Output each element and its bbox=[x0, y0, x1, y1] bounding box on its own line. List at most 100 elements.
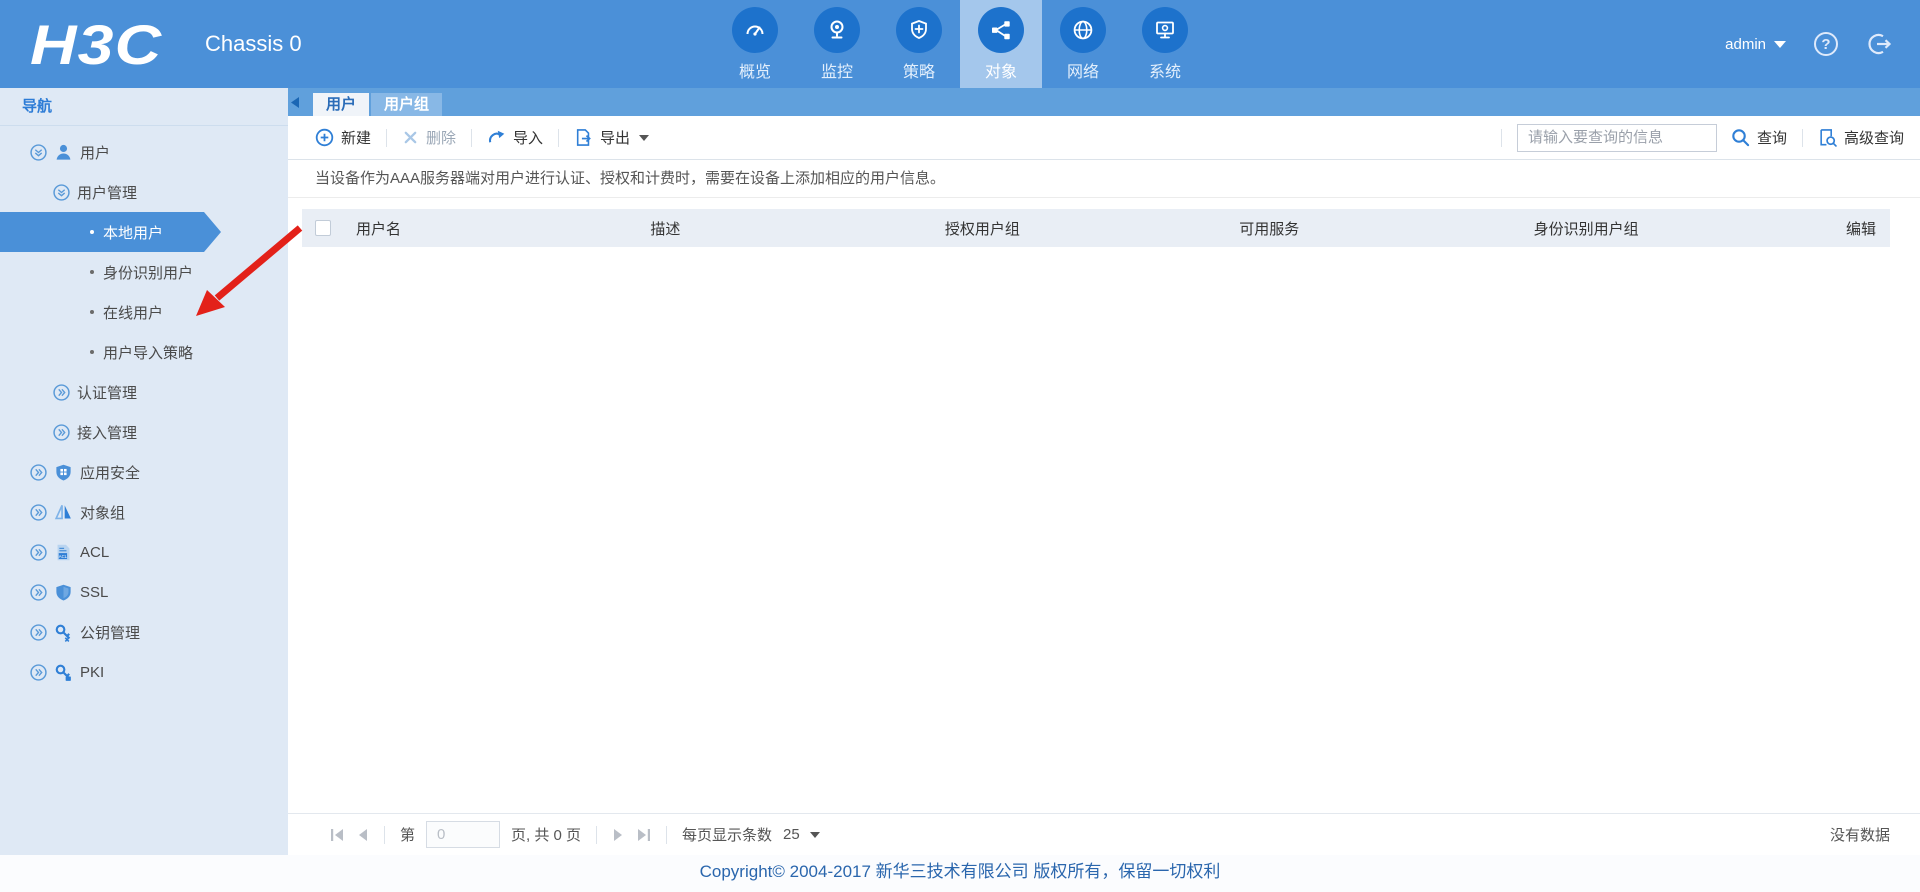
nav-label: 概览 bbox=[738, 63, 771, 81]
sidebar-item-user-management[interactable]: 用户管理 bbox=[0, 172, 288, 212]
help-icon[interactable]: ? bbox=[1814, 32, 1838, 56]
chevron-circle-down-icon bbox=[53, 183, 70, 201]
chevron-circle-right-icon bbox=[30, 503, 47, 521]
sidebar-item-label: 认证管理 bbox=[77, 384, 138, 402]
sidebar-item-label: 应用安全 bbox=[80, 464, 141, 482]
previous-page-button[interactable] bbox=[356, 828, 369, 842]
delete-button[interactable]: 删除 bbox=[402, 127, 456, 148]
bullet-icon bbox=[90, 310, 94, 314]
header-actions: admin ? bbox=[1725, 0, 1892, 88]
page-number-input[interactable] bbox=[426, 821, 501, 848]
acl-document-icon: ACL bbox=[54, 543, 73, 562]
monitor-icon bbox=[1142, 6, 1188, 53]
sidebar-item-acl[interactable]: ACL ACL bbox=[0, 532, 288, 572]
search-button-label: 查询 bbox=[1756, 130, 1787, 147]
sidebar-item-object-group[interactable]: 对象组 bbox=[0, 492, 288, 532]
nav-item-system[interactable]: 系统 bbox=[1124, 0, 1206, 88]
chevron-circle-right-icon bbox=[30, 583, 47, 601]
new-button[interactable]: 新建 bbox=[315, 127, 371, 148]
sidebar-item-label: 用户导入策略 bbox=[103, 344, 194, 362]
column-header-available-services: 可用服务 bbox=[1239, 220, 1300, 238]
first-page-button[interactable] bbox=[330, 828, 345, 842]
app-security-shield-icon bbox=[54, 463, 73, 482]
nav-item-network[interactable]: 网络 bbox=[1042, 0, 1124, 88]
sidebar-item-pki[interactable]: PKI bbox=[0, 652, 288, 692]
sidebar-item-access-management[interactable]: 接入管理 bbox=[0, 412, 288, 452]
user-icon bbox=[54, 143, 73, 162]
export-button[interactable]: 导出 bbox=[574, 127, 650, 148]
sidebar-item-app-security[interactable]: 应用安全 bbox=[0, 452, 288, 492]
sidebar-item-label: 对象组 bbox=[80, 504, 126, 522]
nav-item-monitor[interactable]: 监控 bbox=[796, 0, 878, 88]
users-table: 用户名 描述 授权用户组 可用服务 身份识别用户组 编辑 bbox=[302, 209, 1890, 813]
per-page-value: 25 bbox=[783, 826, 800, 843]
ssl-shield-icon bbox=[54, 583, 73, 602]
divider bbox=[1801, 128, 1803, 147]
import-button[interactable]: 导入 bbox=[487, 127, 543, 148]
sidebar-item-label: 身份识别用户 bbox=[103, 264, 194, 282]
sidebar-item-online-users[interactable]: 在线用户 bbox=[0, 292, 288, 332]
search-input[interactable] bbox=[1516, 123, 1717, 152]
sidebar-item-user[interactable]: 用户 bbox=[0, 132, 288, 172]
sidebar: 导航 用户 用户管理 本地用户 身份识别用户 在线用户 用户导入策略 认证管理 … bbox=[0, 88, 288, 855]
chevron-down-icon bbox=[1774, 40, 1786, 48]
column-header-authorized-group: 授权用户组 bbox=[944, 220, 1020, 238]
divider bbox=[386, 128, 388, 147]
search-area: 查询 高级查询 bbox=[1486, 123, 1904, 152]
sidebar-item-label: 用户 bbox=[80, 144, 111, 162]
nav-label: 对象 bbox=[984, 63, 1017, 81]
nav-label: 策略 bbox=[902, 63, 935, 81]
sidebar-item-label: 公钥管理 bbox=[80, 624, 141, 642]
import-arrow-icon bbox=[487, 128, 506, 147]
app-header: H3C Chassis 0 概览 监控 策略 对象 网络 系统 admin ? bbox=[0, 0, 1920, 88]
nav-label: 系统 bbox=[1148, 63, 1181, 81]
x-icon bbox=[402, 129, 419, 146]
nav-label: 监控 bbox=[820, 63, 853, 81]
gauge-icon bbox=[732, 6, 778, 53]
select-all-checkbox[interactable] bbox=[315, 220, 331, 236]
username: admin bbox=[1725, 35, 1766, 53]
tab-users[interactable]: 用户 bbox=[313, 93, 370, 116]
column-header-edit: 编辑 bbox=[1846, 220, 1877, 238]
column-header-description: 描述 bbox=[650, 220, 681, 238]
chevron-circle-right-icon bbox=[30, 463, 47, 481]
column-header-identity-group: 身份识别用户组 bbox=[1533, 220, 1639, 238]
column-header-username: 用户名 bbox=[356, 220, 402, 238]
chevron-circle-right-icon bbox=[30, 623, 47, 641]
advanced-search-button[interactable]: 高级查询 bbox=[1818, 127, 1904, 148]
main-nav: 概览 监控 策略 对象 网络 系统 bbox=[714, 0, 1206, 88]
sidebar-collapse-handle[interactable] bbox=[288, 88, 302, 116]
main-content: 用户 用户组 新建 删除 导入 导出 请输入要查询的信息 查询 高级查询 当设备… bbox=[288, 88, 1920, 855]
sidebar-item-label: 接入管理 bbox=[77, 424, 138, 442]
camera-icon bbox=[814, 6, 860, 53]
per-page-select[interactable]: 25 bbox=[783, 826, 820, 843]
tab-user-groups[interactable]: 用户组 bbox=[371, 93, 443, 116]
nav-label: 网络 bbox=[1066, 63, 1099, 81]
chevron-circle-down-icon bbox=[30, 143, 47, 161]
user-menu[interactable]: admin bbox=[1725, 36, 1786, 53]
page-label: 第 bbox=[400, 827, 416, 844]
divider bbox=[666, 825, 668, 844]
nav-item-objects[interactable]: 对象 bbox=[960, 0, 1042, 88]
divider bbox=[1500, 128, 1502, 147]
sidebar-title: 导航 bbox=[0, 88, 288, 126]
search-icon bbox=[1731, 128, 1750, 147]
copyright-footer: Copyright© 2004-2017 新华三技术有限公司 版权所有，保留一切… bbox=[0, 855, 1920, 892]
sidebar-item-identity-users[interactable]: 身份识别用户 bbox=[0, 252, 288, 292]
sidebar-item-user-import-policy[interactable]: 用户导入策略 bbox=[0, 332, 288, 372]
sidebar-item-local-users[interactable]: 本地用户 bbox=[0, 212, 221, 252]
new-button-label: 新建 bbox=[341, 130, 372, 147]
search-button[interactable]: 查询 bbox=[1731, 127, 1787, 148]
sidebar-item-auth-management[interactable]: 认证管理 bbox=[0, 372, 288, 412]
divider bbox=[471, 128, 473, 147]
nav-item-overview[interactable]: 概览 bbox=[714, 0, 796, 88]
next-page-button[interactable] bbox=[612, 828, 625, 842]
logout-icon[interactable] bbox=[1866, 31, 1892, 57]
export-button-label: 导出 bbox=[600, 130, 631, 147]
nav-tree: 用户 用户管理 本地用户 身份识别用户 在线用户 用户导入策略 认证管理 接入管… bbox=[0, 126, 288, 692]
nav-item-policy[interactable]: 策略 bbox=[878, 0, 960, 88]
last-page-button[interactable] bbox=[636, 828, 651, 842]
sidebar-item-ssl[interactable]: SSL bbox=[0, 572, 288, 612]
sidebar-item-public-key[interactable]: 公钥管理 bbox=[0, 612, 288, 652]
sidebar-item-label: 在线用户 bbox=[103, 304, 164, 322]
